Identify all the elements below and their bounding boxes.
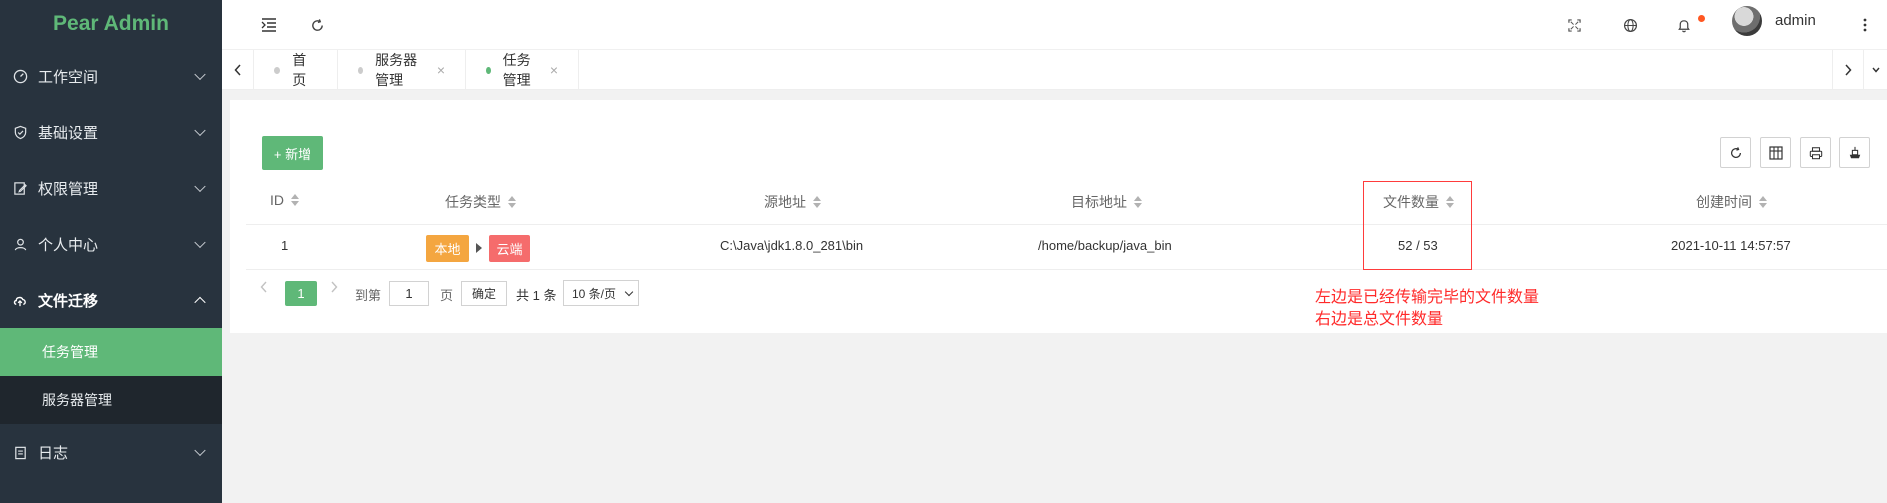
sort-icon[interactable] [1134, 196, 1142, 208]
pager-goto-label: 到第 [355, 288, 382, 303]
pager-current-page[interactable]: 1 [285, 281, 317, 306]
chevron-down-icon [624, 287, 634, 297]
notification-bell-icon[interactable] [1669, 10, 1699, 40]
sidebar-item-log[interactable]: 日志 [0, 424, 222, 480]
pager-page-label: 页 [440, 288, 454, 303]
cell-source: C:\Java\jdk1.8.0_281\bin [720, 238, 864, 253]
table-refresh-button[interactable] [1720, 137, 1751, 168]
top-header: admin [222, 0, 1887, 50]
sort-icon[interactable] [1759, 196, 1767, 208]
tab-label: 服务器管理 [375, 52, 418, 88]
table-divider [246, 224, 1887, 225]
sidebar-item-label: 文件迁移 [38, 292, 99, 310]
sidebar-item-workspace[interactable]: 工作空间 [0, 48, 222, 104]
column-header-label: 创建时间 [1696, 194, 1752, 210]
task-type-to-badge: 云端 [489, 235, 530, 262]
dashboard-icon [12, 68, 28, 84]
sort-icon[interactable] [291, 194, 299, 206]
sidebar-item-label: 基础设置 [38, 124, 99, 142]
tab-scroll-right-button[interactable] [1832, 50, 1864, 90]
pager-goto-input[interactable]: 1 [389, 281, 429, 306]
cell-created-time: 2021-10-11 14:57:57 [1671, 238, 1791, 253]
pager-size-select[interactable]: 10 条/页 [563, 280, 639, 306]
chevron-up-icon [194, 296, 206, 309]
username[interactable]: admin [1775, 12, 1816, 29]
sidebar-item-label: 工作空间 [38, 68, 99, 86]
sidebar-item-label: 日志 [38, 444, 69, 462]
tab-server-management[interactable]: 服务器管理 × [338, 50, 466, 90]
tab-bar: 首页 服务器管理 × 任务管理 × [222, 50, 1887, 90]
close-icon[interactable]: × [550, 62, 558, 78]
column-header-created-time[interactable]: 创建时间 [1696, 192, 1767, 212]
cell-id: 1 [281, 238, 289, 253]
tab-task-management[interactable]: 任务管理 × [466, 50, 579, 90]
column-header-label: ID [270, 192, 284, 208]
collapse-menu-icon[interactable] [254, 10, 284, 40]
sidebar-subitem-server-management[interactable]: 服务器管理 [0, 376, 222, 424]
tab-status-dot-active [486, 66, 491, 74]
table-divider [246, 269, 1887, 270]
file-migration-submenu: 任务管理 服务器管理 [0, 328, 222, 424]
tab-status-dot [358, 66, 364, 74]
sidebar-item-personal-center[interactable]: 个人中心 [0, 216, 222, 272]
pager-next-button[interactable] [330, 281, 338, 293]
shield-check-icon [12, 124, 28, 140]
fullscreen-icon[interactable] [1559, 10, 1589, 40]
column-header-source[interactable]: 源地址 [764, 192, 821, 212]
highlight-box [1363, 181, 1472, 270]
column-header-label: 目标地址 [1071, 194, 1127, 210]
tab-home[interactable]: 首页 [254, 50, 338, 90]
column-header-label: 任务类型 [445, 194, 501, 210]
user-icon [12, 236, 28, 252]
sidebar-item-label: 个人中心 [38, 236, 99, 254]
sidebar-item-file-migration[interactable]: 文件迁移 [0, 272, 222, 328]
tab-label: 首页 [292, 52, 307, 88]
tab-scroll-left-button[interactable] [222, 50, 254, 90]
add-button[interactable]: + 新增 [262, 136, 323, 170]
pager-total-label: 共 1 条 [516, 288, 557, 303]
tab-status-dot [274, 66, 281, 74]
refresh-icon[interactable] [302, 10, 332, 40]
pager-confirm-button[interactable]: 确定 [461, 281, 507, 306]
sort-icon[interactable] [508, 196, 516, 208]
chevron-down-icon [194, 180, 206, 193]
tab-label: 任务管理 [502, 52, 531, 88]
chevron-down-icon [194, 68, 206, 81]
close-icon[interactable]: × [437, 62, 445, 78]
annotation-line-2: 右边是总文件数量 [1315, 311, 1444, 328]
app-logo[interactable]: Pear Admin [0, 0, 222, 48]
annotation-line-1: 左边是已经传输完毕的文件数量 [1315, 289, 1540, 306]
column-header-label: 源地址 [764, 194, 806, 210]
more-vertical-icon[interactable] [1850, 10, 1880, 40]
cloud-upload-icon [12, 292, 28, 308]
column-header-task-type[interactable]: 任务类型 [445, 192, 516, 212]
column-header-target[interactable]: 目标地址 [1071, 192, 1142, 212]
task-type-from-badge: 本地 [426, 235, 469, 262]
sidebar-item-basic-settings[interactable]: 基础设置 [0, 104, 222, 160]
clipboard-icon [12, 444, 28, 460]
sidebar: Pear Admin 工作空间 基础设置 权限管理 个人中心 文件迁移 任务管理… [0, 0, 222, 503]
chevron-down-icon [194, 236, 206, 249]
cell-target: /home/backup/java_bin [1038, 238, 1172, 253]
sort-icon[interactable] [813, 196, 821, 208]
notification-dot [1698, 15, 1705, 22]
edit-document-icon [12, 180, 28, 196]
sidebar-subitem-task-management[interactable]: 任务管理 [0, 328, 222, 376]
sidebar-item-permissions[interactable]: 权限管理 [0, 160, 222, 216]
tab-menu-dropdown-button[interactable] [1864, 50, 1887, 90]
arrow-right-icon [476, 243, 482, 253]
column-filter-button[interactable] [1760, 137, 1791, 168]
avatar[interactable] [1732, 6, 1762, 36]
globe-icon[interactable] [1615, 10, 1645, 40]
column-header-id[interactable]: ID [270, 192, 299, 208]
pager-prev-button[interactable] [260, 281, 268, 293]
sidebar-item-label: 权限管理 [38, 180, 99, 198]
pager-size-value: 10 条/页 [572, 286, 617, 301]
chevron-down-icon [194, 124, 206, 137]
print-button[interactable] [1800, 137, 1831, 168]
chevron-down-icon [194, 444, 206, 457]
export-button[interactable] [1839, 137, 1870, 168]
